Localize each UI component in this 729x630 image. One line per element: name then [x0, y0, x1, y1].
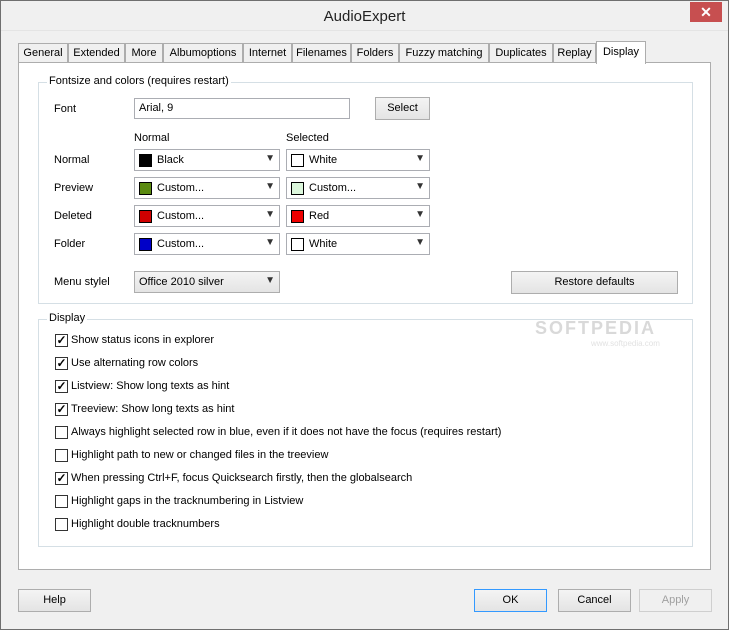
checkbox[interactable]: [55, 449, 68, 462]
window-title: AudioExpert: [323, 8, 406, 25]
group-legend: Fontsize and colors (requires restart): [47, 75, 231, 87]
normal-selected-color-combo[interactable]: White ▼: [286, 149, 430, 171]
tab-folders[interactable]: Folders: [351, 43, 399, 63]
color-swatch: [139, 182, 152, 195]
checkbox[interactable]: ✓: [55, 472, 68, 485]
checkbox[interactable]: ✓: [55, 357, 68, 370]
select-font-button[interactable]: Select: [375, 97, 430, 120]
apply-button[interactable]: Apply: [639, 589, 712, 612]
color-swatch: [291, 210, 304, 223]
checkbox-label: Highlight double tracknumbers: [71, 518, 220, 530]
checkbox-label: Listview: Show long texts as hint: [71, 380, 230, 392]
settings-window: AudioExpert ✕ General Extended More Albu…: [0, 0, 729, 630]
group-legend: Display: [47, 312, 88, 324]
combo-value: White: [309, 154, 338, 166]
color-swatch: [139, 154, 152, 167]
chevron-down-icon: ▼: [415, 181, 425, 192]
color-swatch: [291, 182, 304, 195]
combo-value: Office 2010 silver: [139, 276, 224, 288]
chevron-down-icon: ▼: [265, 237, 275, 248]
close-icon[interactable]: ✕: [690, 2, 722, 22]
row-label-normal: Normal: [54, 154, 90, 166]
tab-general[interactable]: General: [18, 43, 68, 63]
color-swatch: [139, 238, 152, 251]
cancel-button[interactable]: Cancel: [558, 589, 631, 612]
chevron-down-icon: ▼: [415, 209, 425, 220]
color-swatch: [139, 210, 152, 223]
checkbox[interactable]: ✓: [55, 403, 68, 416]
checkbox[interactable]: ✓: [55, 334, 68, 347]
checkbox-label: Highlight path to new or changed files i…: [71, 449, 329, 461]
tab-filenames[interactable]: Filenames: [292, 43, 351, 63]
deleted-color-combo[interactable]: Custom... ▼: [134, 205, 280, 227]
checkbox-label: When pressing Ctrl+F, focus Quicksearch …: [71, 472, 413, 484]
tab-replay[interactable]: Replay: [553, 43, 596, 63]
color-swatch: [291, 238, 304, 251]
preview-color-combo[interactable]: Custom... ▼: [134, 177, 280, 199]
tab-more[interactable]: More: [125, 43, 163, 63]
tab-display[interactable]: Display: [596, 41, 646, 64]
tab-internet[interactable]: Internet: [243, 43, 292, 63]
checkbox-label: Highlight gaps in the tracknumbering in …: [71, 495, 304, 507]
deleted-selected-color-combo[interactable]: Red ▼: [286, 205, 430, 227]
combo-value: Custom...: [309, 182, 357, 194]
chevron-down-icon: ▼: [415, 153, 425, 164]
checkbox-label: Show status icons in explorer: [71, 334, 215, 346]
combo-value: Custom...: [157, 210, 205, 222]
checkbox[interactable]: [55, 518, 68, 531]
folder-selected-color-combo[interactable]: White ▼: [286, 233, 430, 255]
chevron-down-icon: ▼: [415, 237, 425, 248]
checkbox-label: Use alternating row colors: [71, 357, 199, 369]
checkbox[interactable]: [55, 426, 68, 439]
chevron-down-icon: ▼: [265, 181, 275, 192]
combo-value: Custom...: [157, 182, 205, 194]
tab-fuzzy-matching[interactable]: Fuzzy matching: [399, 43, 489, 63]
tab-albumoptions[interactable]: Albumoptions: [163, 43, 243, 63]
row-label-preview: Preview: [54, 182, 94, 194]
font-input[interactable]: Arial, 9: [134, 98, 350, 119]
color-swatch: [291, 154, 304, 167]
preview-selected-color-combo[interactable]: Custom... ▼: [286, 177, 430, 199]
chevron-down-icon: ▼: [265, 209, 275, 220]
title-bar[interactable]: AudioExpert ✕: [1, 1, 728, 31]
combo-value: Red: [309, 210, 330, 222]
normal-color-combo[interactable]: Black ▼: [134, 149, 280, 171]
row-label-deleted: Deleted: [54, 210, 92, 222]
ok-button[interactable]: OK: [474, 589, 547, 612]
checkbox-label: Treeview: Show long texts as hint: [71, 403, 235, 415]
combo-value: Black: [157, 154, 184, 166]
selected-column-header: Selected: [286, 132, 329, 144]
menu-style-combo[interactable]: Office 2010 silver ▼: [134, 271, 280, 293]
tab-duplicates[interactable]: Duplicates: [489, 43, 553, 63]
checkbox[interactable]: [55, 495, 68, 508]
combo-value: White: [309, 238, 338, 250]
normal-column-header: Normal: [134, 132, 170, 144]
combo-value: Custom...: [157, 238, 205, 250]
chevron-down-icon: ▼: [265, 275, 275, 286]
menu-style-label: Menu stylel: [54, 276, 110, 288]
help-button[interactable]: Help: [18, 589, 91, 612]
chevron-down-icon: ▼: [265, 153, 275, 164]
display-tab-panel: Fontsize and colors (requires restart) F…: [18, 62, 711, 570]
tab-extended[interactable]: Extended: [68, 43, 125, 63]
folder-color-combo[interactable]: Custom... ▼: [134, 233, 280, 255]
row-label-folder: Folder: [54, 238, 86, 250]
checkbox-label: Always highlight selected row in blue, e…: [71, 426, 502, 438]
font-label: Font: [54, 103, 77, 115]
checkbox[interactable]: ✓: [55, 380, 68, 393]
restore-defaults-button[interactable]: Restore defaults: [511, 271, 678, 294]
